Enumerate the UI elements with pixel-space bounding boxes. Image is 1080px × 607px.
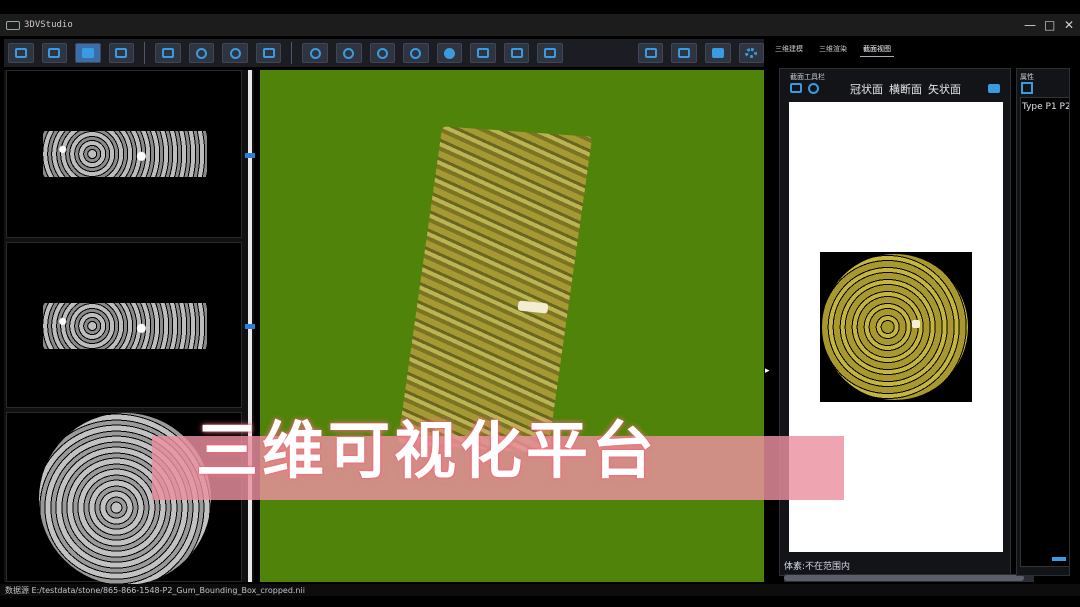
window-controls: — □ ✕ <box>1024 14 1074 36</box>
camera-button[interactable] <box>704 43 731 63</box>
cube-view-button[interactable] <box>75 43 101 63</box>
zoom-button[interactable] <box>369 43 396 63</box>
user-button[interactable] <box>403 43 429 63</box>
properties-header: Type P1 P2 <box>1022 102 1070 112</box>
unlock-icon <box>678 48 691 58</box>
tab-section-view[interactable]: 截面视图 <box>860 42 894 57</box>
app-icon <box>6 20 20 30</box>
mouse-cursor-icon: ▸ <box>765 366 770 376</box>
slice-image <box>43 303 207 349</box>
mail-icon[interactable] <box>790 83 802 93</box>
rotate-button[interactable] <box>336 43 362 63</box>
slice-view-top[interactable] <box>6 70 242 238</box>
save-as-button[interactable] <box>255 43 282 63</box>
right-tab-bar: 三维建模 三维渲染 截面视图 <box>772 40 894 58</box>
bottom-letterbox <box>0 596 1080 607</box>
frame-button[interactable] <box>108 43 135 63</box>
table-icon[interactable] <box>1021 82 1033 94</box>
toolbar-separator <box>144 42 146 64</box>
tab-3d-modeling[interactable]: 三维建模 <box>772 42 806 56</box>
tab-sagittal[interactable]: 矢状面 <box>928 81 961 97</box>
image-icon <box>14 48 27 58</box>
lock-button[interactable] <box>637 43 664 63</box>
contrast-button[interactable] <box>436 43 463 63</box>
title-bar: 3DVStudio — □ ✕ <box>0 14 1080 36</box>
open-image-button[interactable] <box>8 43 34 63</box>
tab-axial[interactable]: 横断面 <box>889 81 922 97</box>
overlay-title: 三维可视化平台 <box>196 414 659 487</box>
save-button[interactable] <box>155 43 181 63</box>
toolbar-separator <box>291 42 293 64</box>
gear-icon <box>745 48 758 58</box>
hand-icon <box>309 47 321 59</box>
camera-icon[interactable] <box>988 84 1000 93</box>
section-disk <box>822 254 968 400</box>
slice-view-middle[interactable] <box>6 242 242 408</box>
comment-icon <box>544 48 557 58</box>
properties-table: Type P1 P2 <box>1020 97 1070 567</box>
maximize-button[interactable]: □ <box>1044 19 1055 31</box>
tab-3d-rendering[interactable]: 三维渲染 <box>816 42 850 56</box>
splitter-handle[interactable] <box>245 153 255 158</box>
person-icon <box>410 47 422 59</box>
status-bar: 数据源 E:/testdata/stone/865-866-1548-P2_Gu… <box>0 584 1080 596</box>
properties-panel: 属性 Type P1 P2 <box>1016 68 1070 576</box>
frame-icon <box>115 48 128 58</box>
slice-image <box>43 131 207 177</box>
section-toolbar-label: 截面工具栏 <box>790 73 825 81</box>
properties-scroll-handle[interactable] <box>1052 557 1066 561</box>
view-splitter[interactable] <box>245 70 255 582</box>
plane-tabs: 冠状面 横断面 矢状面 <box>850 81 961 97</box>
camera-icon <box>711 48 724 58</box>
brush-button[interactable] <box>470 43 496 63</box>
3d-viewport[interactable] <box>260 70 764 582</box>
section-tools <box>790 83 819 94</box>
chart-icon <box>510 48 523 58</box>
printer-icon <box>48 48 61 58</box>
unlock-button[interactable] <box>671 43 697 63</box>
crosshair-icon <box>196 47 208 59</box>
slice-views-panel <box>4 70 255 585</box>
properties-label: 属性 <box>1020 73 1034 81</box>
brush-icon <box>477 48 490 58</box>
main-toolbar <box>4 39 765 67</box>
comment-button[interactable] <box>537 43 563 63</box>
minimize-button[interactable]: — <box>1024 19 1036 31</box>
tab-coronal[interactable]: 冠状面 <box>850 81 883 97</box>
top-letterbox <box>0 0 1080 14</box>
contrast-icon <box>444 47 455 59</box>
scissors-icon <box>229 47 241 59</box>
print-button[interactable] <box>41 43 68 63</box>
section-image <box>820 252 972 402</box>
settings-button[interactable] <box>738 43 765 63</box>
data-source-path: 数据源 E:/testdata/stone/865-866-1548-P2_Gu… <box>5 586 305 595</box>
refresh-icon[interactable] <box>808 83 819 94</box>
lock-icon <box>644 48 657 58</box>
scrollbar-thumb[interactable] <box>784 575 1024 581</box>
save-icon <box>162 48 175 58</box>
target-button[interactable] <box>188 43 215 63</box>
section-highlight <box>912 320 920 328</box>
cut-button[interactable] <box>222 43 248 63</box>
voxel-status: 体素:不在范围内 <box>784 562 851 572</box>
close-button[interactable]: ✕ <box>1064 19 1074 31</box>
cube-icon <box>81 48 94 58</box>
zoom-icon <box>376 47 388 59</box>
rotate-icon <box>343 47 355 59</box>
disk-icon <box>262 48 275 58</box>
app-title: 3DVStudio <box>24 20 73 30</box>
splitter-handle[interactable] <box>245 324 255 329</box>
horizontal-scrollbar[interactable] <box>784 574 1034 582</box>
pan-button[interactable] <box>302 43 329 63</box>
chart-button[interactable] <box>503 43 530 63</box>
